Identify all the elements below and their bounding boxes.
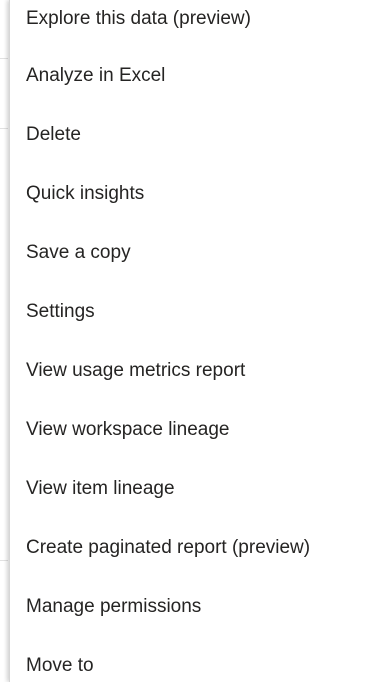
menu-item-settings[interactable]: Settings <box>10 282 381 341</box>
divider <box>0 560 8 561</box>
menu-item-create-paginated-report[interactable]: Create paginated report (preview) <box>10 518 381 577</box>
menu-item-view-workspace-lineage[interactable]: View workspace lineage <box>10 400 381 459</box>
menu-item-explore-this-data[interactable]: Explore this data (preview) <box>10 0 381 46</box>
menu-item-quick-insights[interactable]: Quick insights <box>10 164 381 223</box>
menu-item-view-item-lineage[interactable]: View item lineage <box>10 459 381 518</box>
context-menu: Explore this data (preview) Analyze in E… <box>9 0 381 682</box>
menu-item-delete[interactable]: Delete <box>10 105 381 164</box>
menu-item-manage-permissions[interactable]: Manage permissions <box>10 577 381 636</box>
menu-item-move-to[interactable]: Move to <box>10 636 381 682</box>
menu-item-save-a-copy[interactable]: Save a copy <box>10 223 381 282</box>
page: Explore this data (preview) Analyze in E… <box>0 0 381 682</box>
background-page-edge <box>0 0 9 682</box>
divider <box>0 128 8 129</box>
menu-item-view-usage-metrics-report[interactable]: View usage metrics report <box>10 341 381 400</box>
divider <box>0 58 8 59</box>
context-menu-list: Explore this data (preview) Analyze in E… <box>10 0 381 682</box>
menu-item-analyze-in-excel[interactable]: Analyze in Excel <box>10 46 381 105</box>
